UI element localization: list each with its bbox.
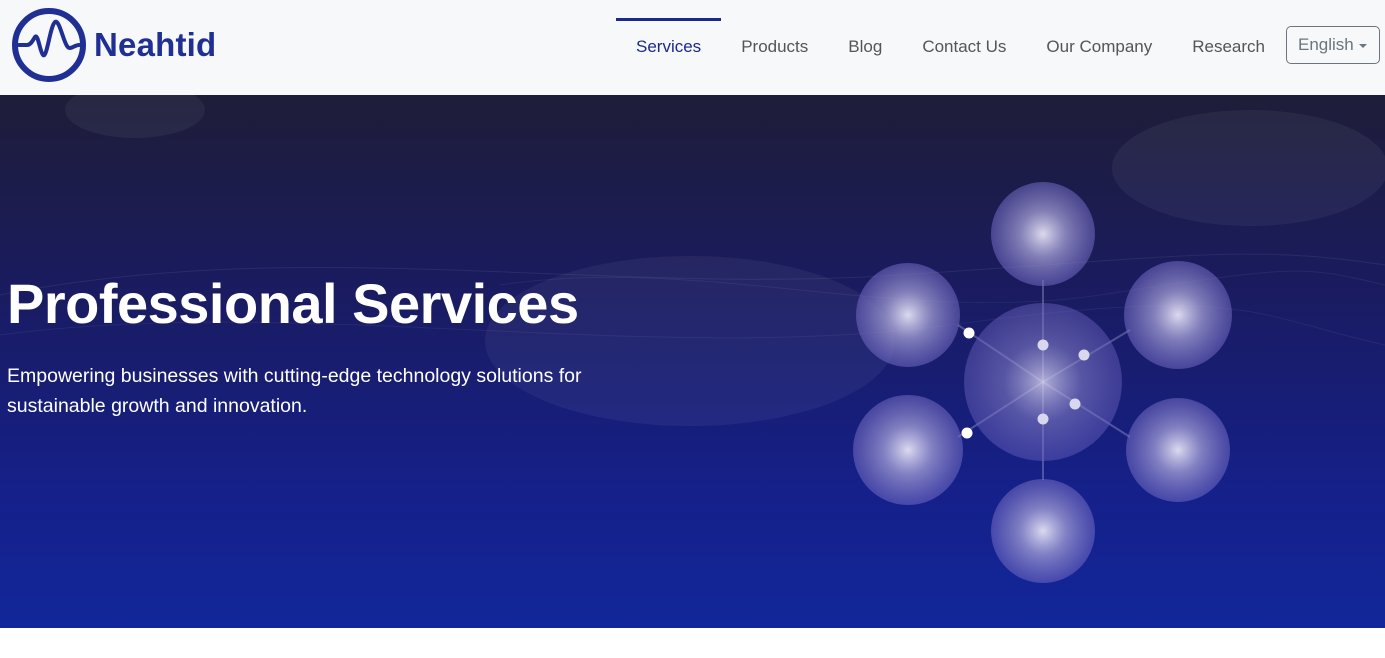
page-content-start (0, 628, 1385, 658)
language-select-value: English (1298, 35, 1354, 54)
orb-network-illustration-icon (853, 182, 1232, 583)
nav-item-research[interactable]: Research (1172, 0, 1285, 95)
nav-item-contact-us[interactable]: Contact Us (902, 0, 1026, 95)
hero-section: Professional Services Empowering busines… (0, 95, 1385, 628)
nav-item-our-company[interactable]: Our Company (1026, 0, 1172, 95)
hero-title: Professional Services (7, 272, 579, 335)
chevron-down-icon (1359, 44, 1367, 48)
brand-logo[interactable]: Neahtid (11, 6, 216, 84)
nav-item-services[interactable]: Services (616, 0, 722, 95)
wave-circle-logo-icon (12, 8, 86, 82)
hero-subtitle: Empowering businesses with cutting-edge … (7, 365, 582, 417)
site-header: Neahtid Services Products Blog Contact U… (0, 0, 1385, 95)
nav-item-blog[interactable]: Blog (828, 0, 902, 95)
main-nav: Services Products Blog Contact Us Our Co… (616, 0, 1285, 95)
language-select[interactable]: English (1286, 26, 1380, 64)
nav-item-products[interactable]: Products (721, 0, 828, 95)
brand-name: Neahtid (94, 26, 217, 63)
